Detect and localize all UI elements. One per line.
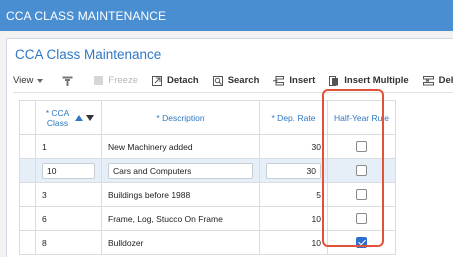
- row-selector[interactable]: [19, 230, 36, 255]
- search-label: Search: [227, 75, 260, 86]
- half-year-rule-cell: [327, 134, 396, 159]
- toolbar: View Freeze Detach Search Insert Insert …: [13, 69, 453, 93]
- description-input[interactable]: Cars and Computers: [108, 162, 253, 179]
- cca-class-cell[interactable]: 8: [35, 230, 102, 255]
- table-header-row: * CCA Class * Description * Dep. Rate Ha…: [19, 100, 396, 135]
- insert-multiple-button[interactable]: Insert Multiple: [329, 75, 409, 86]
- description-cell: Cars and Computers: [101, 158, 260, 183]
- search-button[interactable]: Search: [212, 75, 260, 86]
- format-icon: [62, 76, 73, 86]
- table-row[interactable]: 3 Buildings before 1988 5: [19, 182, 396, 207]
- freeze-label: Freeze: [108, 75, 138, 86]
- table-row-selected[interactable]: 10 Cars and Computers 30: [19, 158, 396, 183]
- detach-button[interactable]: Detach: [152, 75, 199, 86]
- dep-rate-cell: 30: [259, 158, 328, 183]
- dep-rate-cell[interactable]: 5: [259, 182, 328, 207]
- detach-icon: [152, 75, 162, 86]
- table-row[interactable]: 1 New Machinery added 30: [19, 134, 396, 159]
- cca-class-cell[interactable]: 6: [35, 206, 102, 231]
- insert-multiple-icon: [329, 75, 339, 86]
- panel-title: CCA Class Maintenance: [15, 47, 162, 62]
- table-row[interactable]: 8 Bulldozer 10: [19, 230, 396, 255]
- cca-class-table: * CCA Class * Description * Dep. Rate Ha…: [19, 100, 396, 255]
- view-label: View: [13, 75, 34, 86]
- dep-rate-cell[interactable]: 10: [259, 206, 328, 231]
- insert-button[interactable]: Insert: [273, 75, 315, 86]
- delete-row-icon: [422, 75, 434, 86]
- cca-class-panel: CCA Class Maintenance View Freeze Detach: [6, 38, 453, 257]
- app-title: CCA CLASS MAINTENANCE: [6, 8, 167, 23]
- chevron-down-icon: [37, 78, 44, 83]
- freeze-icon: [94, 76, 104, 85]
- row-selector-header: [19, 100, 36, 135]
- description-column-header[interactable]: * Description: [101, 100, 260, 135]
- insert-label: Insert: [289, 75, 316, 86]
- description-cell[interactable]: Bulldozer: [101, 230, 260, 255]
- detach-label: Detach: [167, 75, 199, 86]
- dep-rate-input[interactable]: 30: [266, 162, 321, 179]
- insert-multiple-label: Insert Multiple: [344, 75, 409, 86]
- cca-class-cell[interactable]: 3: [35, 182, 102, 207]
- cca-class-cell: 10: [35, 158, 102, 183]
- app-title-bar: CCA CLASS MAINTENANCE: [0, 0, 453, 31]
- half-year-rule-cell: [327, 182, 396, 207]
- row-selector[interactable]: [19, 134, 36, 159]
- delete-button[interactable]: Delete: [422, 75, 453, 86]
- half-year-rule-checkbox[interactable]: [355, 165, 367, 177]
- half-year-rule-checkbox[interactable]: [355, 141, 367, 153]
- row-selector[interactable]: [19, 182, 36, 207]
- cca-class-column-header[interactable]: * CCA Class: [35, 100, 102, 135]
- half-year-rule-cell: [327, 158, 396, 183]
- view-menu-button[interactable]: View: [13, 75, 48, 86]
- dep-rate-column-header[interactable]: * Dep. Rate: [259, 100, 328, 135]
- sort-descending-icon[interactable]: [85, 114, 94, 121]
- freeze-button[interactable]: Freeze: [94, 75, 138, 86]
- half-year-rule-cell: [327, 206, 396, 231]
- delete-label: Delete: [438, 75, 453, 86]
- half-year-rule-column-header[interactable]: Half-Year Rule: [327, 100, 396, 135]
- table-row[interactable]: 6 Frame, Log, Stucco On Frame 10: [19, 206, 396, 231]
- cca-class-input[interactable]: 10: [42, 162, 95, 179]
- dep-rate-cell[interactable]: 30: [259, 134, 328, 159]
- description-cell[interactable]: Frame, Log, Stucco On Frame: [101, 206, 260, 231]
- description-cell[interactable]: Buildings before 1988: [101, 182, 260, 207]
- cca-class-header-label: * CCA Class: [45, 107, 70, 128]
- row-selector[interactable]: [19, 158, 36, 183]
- search-icon: [212, 75, 223, 86]
- half-year-rule-checkbox[interactable]: [355, 189, 367, 201]
- dep-rate-cell[interactable]: 10: [259, 230, 328, 255]
- half-year-rule-cell: [327, 230, 396, 255]
- row-selector[interactable]: [19, 206, 36, 231]
- format-button[interactable]: [62, 76, 78, 86]
- cca-class-cell[interactable]: 1: [35, 134, 102, 159]
- sort-ascending-icon[interactable]: [74, 114, 83, 121]
- description-cell[interactable]: New Machinery added: [101, 134, 260, 159]
- insert-row-icon: [273, 75, 285, 86]
- half-year-rule-checkbox[interactable]: [355, 237, 367, 249]
- half-year-rule-checkbox[interactable]: [355, 213, 367, 225]
